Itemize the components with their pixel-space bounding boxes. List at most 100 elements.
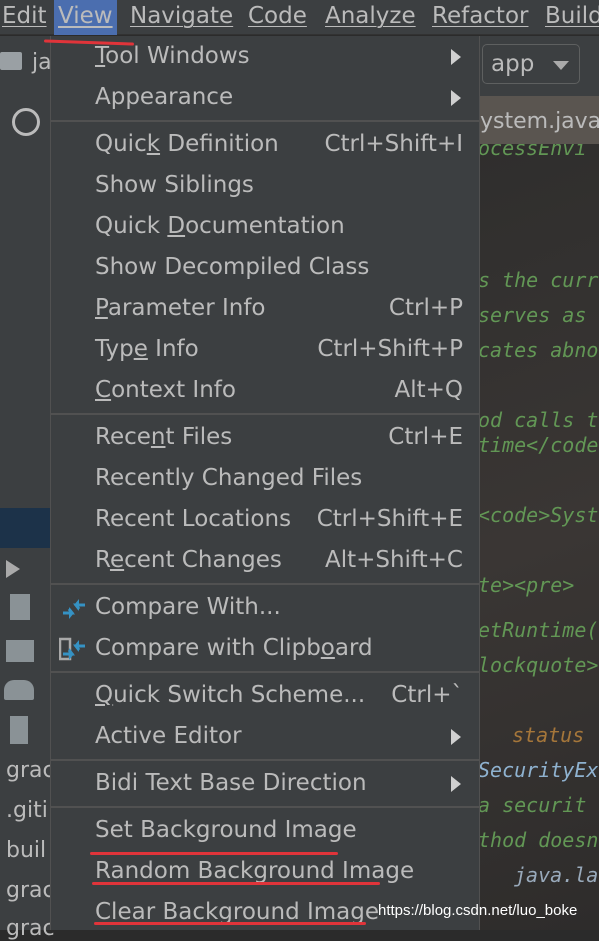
view-menu: Tool Windows Appearance Quick Definition Ct…	[50, 36, 480, 930]
submenu-arrow-icon	[451, 49, 461, 65]
folder-icon	[6, 640, 34, 662]
code-line: <code>Syst	[480, 503, 599, 527]
annotation-underline	[90, 852, 338, 855]
shortcut: Ctrl+`	[391, 682, 463, 708]
annotation-underline	[92, 882, 380, 885]
code-line: ocessEnvi	[480, 144, 587, 160]
menu-separator	[51, 120, 479, 122]
locate-icon	[12, 108, 40, 136]
play-icon[interactable]	[6, 560, 20, 578]
menu-item-bidi-text-base-direction[interactable]: Bidi Text Base Direction	[51, 763, 479, 804]
submenu-arrow-icon	[451, 776, 461, 792]
menu-separator	[51, 583, 479, 585]
shortcut: Ctrl+E	[388, 424, 463, 450]
selected-row	[0, 508, 50, 548]
menu-edit[interactable]: Edit	[0, 0, 51, 35]
annotation-underline	[94, 922, 366, 925]
code-line: etRuntime(	[480, 618, 599, 642]
gradle-icon	[4, 680, 34, 700]
menu-item-label: Parameter Info	[95, 295, 266, 321]
menu-item-label: Appearance	[95, 84, 234, 110]
compare-icon	[59, 595, 87, 621]
chevron-down-icon	[553, 61, 569, 70]
menu-item-label: Bidi Text Base Direction	[95, 770, 367, 796]
menu-item-label: Recently Changed Files	[95, 465, 363, 491]
menu-item-compare-with[interactable]: Compare With...	[51, 587, 479, 628]
menu-item-quick-switch-scheme[interactable]: Quick Switch Scheme... Ctrl+`	[51, 675, 479, 716]
menu-item-label: Type Info	[95, 336, 199, 362]
menu-item-quick-documentation[interactable]: Quick Documentation	[51, 206, 479, 247]
tree-item[interactable]: .giti	[6, 798, 48, 823]
tree-item[interactable]: grac	[6, 916, 55, 941]
menu-item-recent-changes[interactable]: Recent Changes Alt+Shift+C	[51, 540, 479, 581]
menu-item-label: Context Info	[95, 377, 236, 403]
menu-item-type-info[interactable]: Type Info Ctrl+Shift+P	[51, 329, 479, 370]
code-line: s the curr	[480, 268, 599, 292]
editor-tab[interactable]: ystem.java	[480, 96, 599, 144]
menu-item-label: Compare With...	[95, 594, 281, 620]
menu-code[interactable]: Code	[244, 0, 311, 35]
folder-icon	[0, 52, 22, 70]
code-line: java.la	[514, 863, 599, 887]
shortcut: Alt+Q	[394, 377, 463, 403]
shortcut: Ctrl+P	[388, 295, 463, 321]
menu-item-context-info[interactable]: Context Info Alt+Q	[51, 370, 479, 411]
tab-label: ystem.java	[480, 109, 599, 134]
menu-item-recently-changed-files[interactable]: Recently Changed Files	[51, 458, 479, 499]
menu-item-recent-locations[interactable]: Recent Locations Ctrl+Shift+E	[51, 499, 479, 540]
menu-item-label: Show Decompiled Class	[95, 254, 370, 280]
code-line: od calls t	[480, 408, 599, 432]
menu-item-appearance[interactable]: Appearance	[51, 77, 479, 118]
file-icon	[10, 594, 30, 620]
menu-bar: Edit View Navigate Code Analyze Refactor Build	[0, 0, 599, 35]
code-line: status	[512, 723, 585, 747]
menu-item-show-decompiled-class[interactable]: Show Decompiled Class	[51, 247, 479, 288]
run-config-label: app	[491, 51, 535, 77]
menu-item-label: Quick Definition	[95, 131, 279, 157]
code-line: a securit	[480, 793, 587, 817]
code-line: SecurityEx	[480, 758, 599, 782]
menu-build[interactable]: Build	[541, 0, 599, 35]
tree-item[interactable]: grac	[6, 758, 55, 783]
code-line: serves as	[480, 303, 587, 327]
menu-item-label: Quick Documentation	[95, 213, 345, 239]
submenu-arrow-icon	[451, 729, 461, 745]
run-config-select[interactable]: app	[482, 44, 580, 84]
shortcut: Alt+Shift+C	[324, 547, 463, 573]
shortcut: Ctrl+Shift+P	[317, 336, 463, 362]
project-panel: ja grac .giti buil grac grac	[0, 36, 55, 941]
menu-separator	[51, 759, 479, 761]
menu-item-label: Clear Background Image	[95, 899, 380, 925]
menu-item-compare-with-clipboard[interactable]: Compare with Clipboard	[51, 628, 479, 669]
code-editor[interactable]: ocessEnvi s the curr serves as cates abno od…	[480, 144, 599, 930]
menu-item-label: Compare with Clipboard	[95, 635, 373, 661]
menu-view[interactable]: View	[54, 0, 117, 35]
menu-item-random-background-image[interactable]: Random Background Image	[51, 851, 479, 892]
menu-separator	[51, 671, 479, 673]
menu-item-label: Recent Files	[95, 424, 233, 450]
shortcut: Ctrl+Shift+I	[324, 131, 463, 157]
menu-item-recent-files[interactable]: Recent Files Ctrl+E	[51, 417, 479, 458]
menu-item-label: Active Editor	[95, 723, 242, 749]
menu-analyze[interactable]: Analyze	[321, 0, 420, 35]
menu-separator	[51, 806, 479, 808]
menu-item-label: Set Background Image	[95, 817, 357, 843]
code-line: te><pre>	[480, 573, 575, 597]
menu-item-quick-definition[interactable]: Quick Definition Ctrl+Shift+I	[51, 124, 479, 165]
menu-navigate[interactable]: Navigate	[126, 0, 237, 35]
menu-item-active-editor[interactable]: Active Editor	[51, 716, 479, 757]
shortcut: Ctrl+Shift+E	[316, 506, 463, 532]
menu-item-parameter-info[interactable]: Parameter Info Ctrl+P	[51, 288, 479, 329]
file-icon	[10, 716, 28, 744]
menu-refactor[interactable]: Refactor	[428, 0, 532, 35]
project-name[interactable]: ja	[32, 50, 52, 75]
menu-item-label: Show Siblings	[95, 172, 254, 198]
code-line: cates abno	[480, 338, 599, 362]
menu-item-label: Random Background Image	[95, 858, 415, 884]
tree-item[interactable]: buil	[6, 838, 46, 863]
tree-item[interactable]: grac	[6, 878, 55, 903]
menu-separator	[51, 413, 479, 415]
menu-item-show-siblings[interactable]: Show Siblings	[51, 165, 479, 206]
menu-item-set-background-image[interactable]: Set Background Image	[51, 810, 479, 851]
submenu-arrow-icon	[451, 90, 461, 106]
